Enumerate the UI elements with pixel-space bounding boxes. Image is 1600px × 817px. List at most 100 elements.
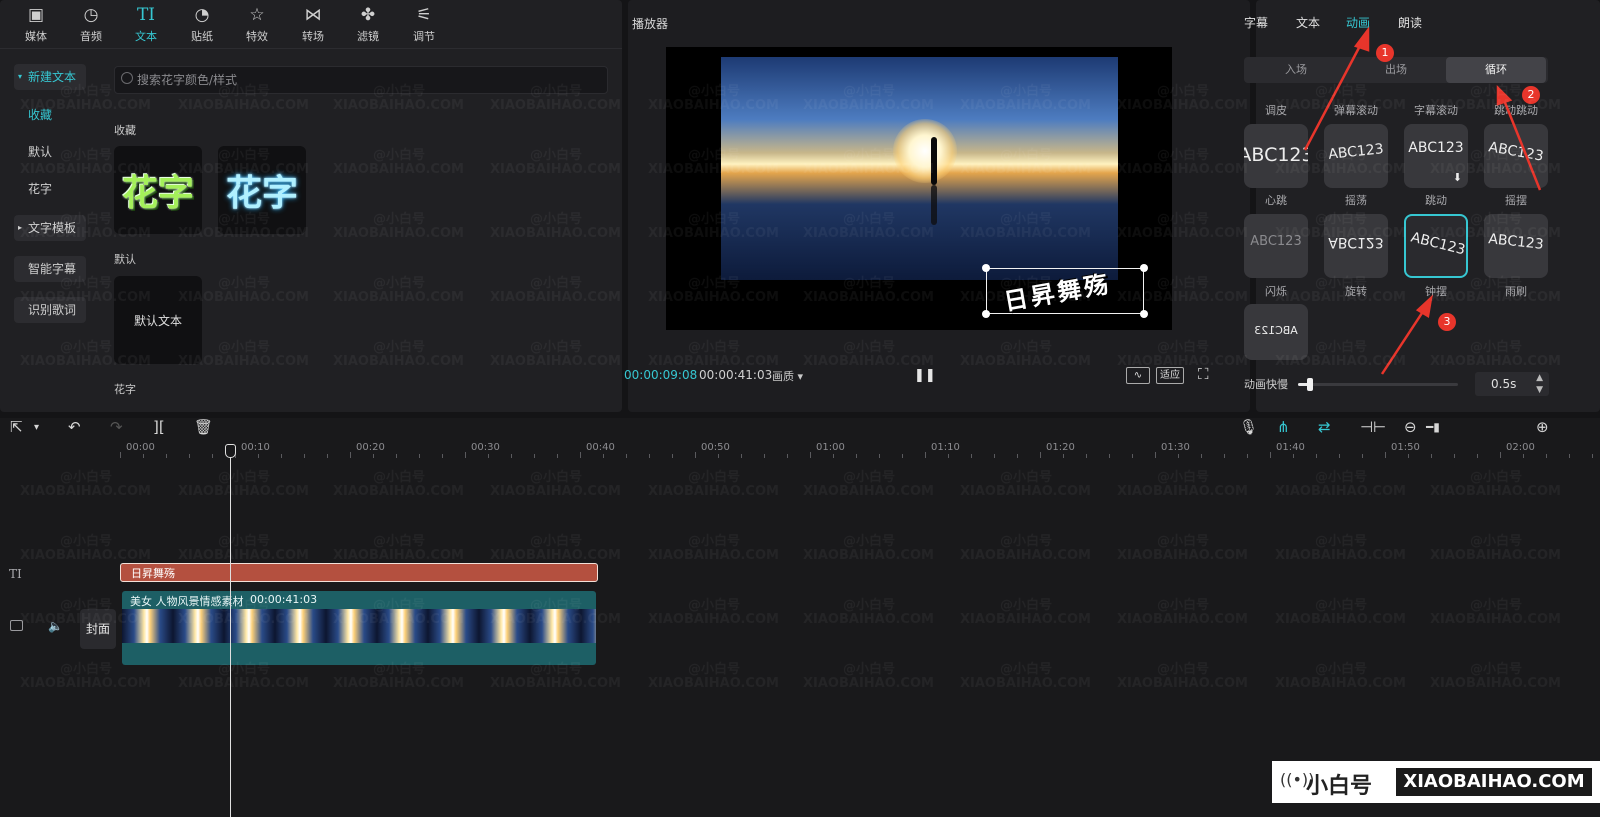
magnet-icon[interactable]: ⋔ [1277, 418, 1290, 436]
watermark-text: @小白号 [1157, 470, 1210, 485]
watermark-text: @小白号 [530, 534, 583, 549]
video-clip[interactable]: 美女 人物风景情感素材 00:00:41:03 [122, 591, 596, 665]
watermark-text: XIAOBAIHAO.COM [490, 676, 621, 691]
watermark-text: XIAOBAIHAO.COM [648, 548, 779, 563]
watermark-text: @小白号 [530, 212, 583, 227]
ruler-tick [1431, 454, 1432, 458]
delete-icon[interactable]: 🗑 [194, 418, 213, 436]
ruler-tick [1454, 454, 1455, 458]
split-icon[interactable]: ][ [153, 418, 165, 436]
watermark-text: XIAOBAIHAO.COM [333, 226, 464, 241]
ruler-tick [1523, 454, 1524, 458]
watermark-text: @小白号 [688, 212, 741, 227]
watermark-text: @小白号 [1000, 276, 1053, 291]
ruler-tick [695, 452, 696, 458]
zoom-slider-icon[interactable]: ━▮ [1426, 420, 1440, 434]
watermark-text: XIAOBAIHAO.COM [803, 676, 934, 691]
watermark-text: XIAOBAIHAO.COM [1430, 162, 1561, 177]
ruler-tick [1477, 454, 1478, 458]
ruler-tick [1017, 454, 1018, 458]
text-clip[interactable]: 日昇舞殇 [120, 563, 598, 582]
ruler-tick [971, 454, 972, 458]
ruler-tick [373, 454, 374, 458]
watermark-text: @小白号 [1315, 662, 1368, 677]
ruler-tick [189, 454, 190, 458]
watermark-text: XIAOBAIHAO.COM [490, 290, 621, 305]
ruler-tick [1247, 454, 1248, 458]
ruler-tick [902, 454, 903, 458]
microphone-icon[interactable]: 🎙 [1239, 418, 1258, 436]
watermark-text: @小白号 [60, 470, 113, 485]
chevron-down-icon[interactable]: ▾ [34, 422, 39, 433]
zoom-out-icon[interactable]: ⊖ [1404, 418, 1417, 436]
zoom-in-icon[interactable]: ⊕ [1536, 418, 1549, 436]
watermark-text: @小白号 [218, 84, 271, 99]
watermark-text: @小白号 [60, 534, 113, 549]
watermark-text: XIAOBAIHAO.COM [1117, 226, 1248, 241]
watermark-text: @小白号 [688, 598, 741, 613]
watermark-text: @小白号 [688, 470, 741, 485]
watermark-text: XIAOBAIHAO.COM [333, 290, 464, 305]
watermark-text: XIAOBAIHAO.COM [960, 162, 1091, 177]
watermark-text: XIAOBAIHAO.COM [1430, 484, 1561, 499]
watermark-text: @小白号 [1470, 662, 1523, 677]
link-icon[interactable]: ⇄ [1318, 418, 1331, 436]
preview-axis-icon[interactable]: ⊣⊢ [1360, 418, 1386, 436]
timeline-ruler[interactable]: 00:00 00:10 00:20 00:30 00:40 00:50 01:00 01:10… [120, 442, 1600, 458]
ruler-tick-label: 00:40 [586, 442, 615, 453]
watermark-text: XIAOBAIHAO.COM [960, 484, 1091, 499]
ruler-tick [1385, 452, 1386, 458]
ruler-tick [465, 452, 466, 458]
watermark-text: XIAOBAIHAO.COM [1117, 162, 1248, 177]
watermark-text: XIAOBAIHAO.COM [20, 226, 151, 241]
watermark-text: @小白号 [688, 84, 741, 99]
watermark-text: XIAOBAIHAO.COM [20, 162, 151, 177]
ruler-tick [1063, 454, 1064, 458]
watermark-text: XIAOBAIHAO.COM [1275, 162, 1406, 177]
redo-icon[interactable]: ↷ [110, 418, 123, 436]
watermark-text: @小白号 [218, 470, 271, 485]
watermark-text: @小白号 [60, 340, 113, 355]
ruler-tick [626, 454, 627, 458]
watermark-text: XIAOBAIHAO.COM [490, 98, 621, 113]
watermark-text: @小白号 [688, 534, 741, 549]
select-tool-icon[interactable]: ⇱ [10, 418, 23, 436]
watermark-text: @小白号 [373, 534, 426, 549]
ruler-tick [856, 454, 857, 458]
undo-icon[interactable]: ↶ [68, 418, 81, 436]
watermark-text: XIAOBAIHAO.COM [178, 676, 309, 691]
watermark-text: XIAOBAIHAO.COM [960, 676, 1091, 691]
watermark-text: XIAOBAIHAO.COM [490, 548, 621, 563]
watermark-text: XIAOBAIHAO.COM [20, 676, 151, 691]
ruler-tick-label: 01:00 [816, 442, 845, 453]
watermark-text: @小白号 [1315, 276, 1368, 291]
watermark-text: @小白号 [218, 340, 271, 355]
watermark-text: XIAOBAIHAO.COM [20, 98, 151, 113]
watermark-text: @小白号 [1470, 470, 1523, 485]
ruler-tick [672, 454, 673, 458]
watermark-text: XIAOBAIHAO.COM [960, 226, 1091, 241]
playhead-handle[interactable] [225, 444, 236, 458]
watermark-text: XIAOBAIHAO.COM [960, 354, 1091, 369]
watermark-text: XIAOBAIHAO.COM [178, 548, 309, 563]
ruler-tick-label: 01:10 [931, 442, 960, 453]
watermark-text: XIAOBAIHAO.COM [803, 162, 934, 177]
watermark-text: @小白号 [843, 276, 896, 291]
ruler-tick [948, 454, 949, 458]
watermark-text: XIAOBAIHAO.COM [20, 548, 151, 563]
watermark-text: XIAOBAIHAO.COM [490, 162, 621, 177]
watermark-text: @小白号 [843, 340, 896, 355]
ruler-tick [442, 454, 443, 458]
watermark-text: XIAOBAIHAO.COM [1117, 612, 1248, 627]
ruler-tick [833, 454, 834, 458]
ruler-tick [649, 454, 650, 458]
watermark-text: @小白号 [60, 276, 113, 291]
annotation-badge: 3 [1438, 313, 1456, 331]
playhead-line[interactable] [230, 446, 231, 817]
ruler-tick [1224, 454, 1225, 458]
ruler-tick [1270, 452, 1271, 458]
watermark-text: XIAOBAIHAO.COM [803, 484, 934, 499]
watermark-text: @小白号 [688, 148, 741, 163]
ruler-tick [166, 454, 167, 458]
watermark-text: XIAOBAIHAO.COM [20, 290, 151, 305]
